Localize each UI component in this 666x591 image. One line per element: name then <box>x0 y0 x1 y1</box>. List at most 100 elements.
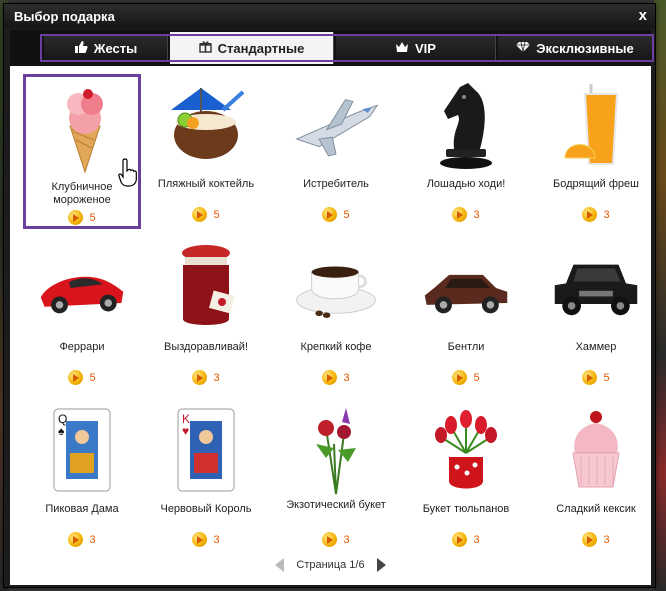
gift-price: 5 <box>23 370 141 385</box>
gift-price: 3 <box>537 207 655 222</box>
gift-name: Букет тюльпанов <box>422 503 510 515</box>
gift-name: Хаммер <box>575 341 617 353</box>
gift-icon <box>198 40 212 56</box>
gift-price: 5 <box>537 370 655 385</box>
coin-icon <box>192 207 208 222</box>
gift-item-chess-knight[interactable]: Лошадью ходи! 3 <box>407 74 525 229</box>
coin-icon <box>452 207 468 222</box>
diamond-icon <box>516 41 531 56</box>
coin-icon <box>68 370 84 385</box>
dialog-title: Выбор подарка <box>14 9 115 24</box>
gift-item-bentley[interactable]: Бентли 5 <box>407 237 525 392</box>
gift-item-strawberry-ice-cream[interactable]: Клубничное мороженое 5 <box>23 74 141 229</box>
thumbs-up-icon <box>74 40 88 57</box>
tulip-bouquet-icon <box>421 405 511 495</box>
tab-label: VIP <box>415 40 436 56</box>
next-page-button[interactable] <box>376 558 386 572</box>
gift-name: Лошадью ходи! <box>426 178 506 190</box>
gift-name: Выздоравливай! <box>163 341 248 353</box>
gift-price-value: 5 <box>213 208 220 221</box>
gift-price-value: 5 <box>343 208 350 221</box>
suv-icon <box>551 243 641 333</box>
gift-price-value: 5 <box>603 371 610 384</box>
gift-price: 3 <box>147 532 265 547</box>
gift-item-jam-jar[interactable]: Выздоравливай! 3 <box>147 237 265 392</box>
gift-price-value: 5 <box>89 371 96 384</box>
gift-price: 3 <box>407 532 525 547</box>
gift-price-value: 3 <box>89 533 96 546</box>
gift-price-value: 3 <box>213 533 220 546</box>
gift-price: 3 <box>537 532 655 547</box>
gift-item-queen-of-spades[interactable]: Q ♠ Пиковая Дама 3 <box>23 399 141 554</box>
gift-price: 5 <box>147 207 265 222</box>
coffee-cup-icon <box>291 243 381 333</box>
coconut-cocktail-icon <box>161 80 251 170</box>
tab-label: Стандартные <box>217 40 305 56</box>
prev-page-button[interactable] <box>275 558 285 572</box>
gift-price-value: 3 <box>603 533 610 546</box>
gift-price-value: 3 <box>473 533 480 546</box>
gift-price: 3 <box>23 532 141 547</box>
gift-price: 5 <box>277 207 395 222</box>
gift-price-value: 3 <box>603 208 610 221</box>
gift-price-value: 3 <box>213 371 220 384</box>
gift-name: Экзотический букет <box>286 499 386 511</box>
coin-icon <box>322 207 338 222</box>
tab-gestures[interactable]: Жесты <box>44 34 168 62</box>
orange-juice-icon <box>551 80 641 170</box>
gift-price-value: 5 <box>89 211 96 224</box>
coin-icon <box>68 210 84 225</box>
gift-price: 5 <box>26 210 138 225</box>
tab-vip[interactable]: VIP <box>336 34 496 62</box>
gift-name: Клубничное мороженое <box>51 181 113 206</box>
coin-icon <box>582 207 598 222</box>
gift-item-orange-juice[interactable]: Бодрящий фреш 3 <box>537 74 655 229</box>
close-button[interactable]: x <box>639 7 647 24</box>
gift-price: 5 <box>407 370 525 385</box>
page-indicator: Страница 1/6 <box>296 559 365 571</box>
cupcake-icon <box>551 405 641 495</box>
gift-item-exotic-bouquet[interactable]: Экзотический букет 3 <box>277 399 395 554</box>
tab-exclusive[interactable]: Эксклюзивные <box>498 34 652 62</box>
luxury-car-icon <box>421 243 511 333</box>
gift-item-coffee[interactable]: Крепкий кофе 3 <box>277 237 395 392</box>
gift-name: Бентли <box>447 341 485 353</box>
fighter-jet-icon <box>291 80 381 170</box>
coin-icon <box>322 532 338 547</box>
chess-knight-icon <box>421 80 511 170</box>
coin-icon <box>452 532 468 547</box>
tab-standard[interactable]: Стандартные <box>170 32 334 64</box>
coin-icon <box>452 370 468 385</box>
gift-name: Сладкий кексик <box>556 503 636 515</box>
king-of-hearts-card-icon: K ♥ <box>161 405 251 495</box>
gift-item-beach-cocktail[interactable]: Пляжный коктейль 5 <box>147 74 265 229</box>
gift-item-hummer[interactable]: Хаммер 5 <box>537 237 655 392</box>
crown-icon <box>395 41 409 56</box>
gift-item-ferrari[interactable]: Феррари 5 <box>23 237 141 392</box>
gift-item-tulip-bouquet[interactable]: Букет тюльпанов 3 <box>407 399 525 554</box>
svg-text:♠: ♠ <box>58 424 65 438</box>
exotic-bouquet-icon <box>291 405 381 495</box>
coin-icon <box>68 532 84 547</box>
tab-label: Жесты <box>93 40 138 56</box>
gift-item-cupcake[interactable]: Сладкий кексик 3 <box>537 399 655 554</box>
coin-icon <box>582 370 598 385</box>
tab-label: Эксклюзивные <box>536 40 634 56</box>
gift-name: Истребитель <box>303 178 369 190</box>
gift-name: Бодрящий фреш <box>553 178 639 190</box>
coin-icon <box>192 532 208 547</box>
gift-price-value: 5 <box>473 371 480 384</box>
ice-cream-icon <box>40 83 130 174</box>
gift-grid-panel: Клубничное мороженое 5 Пляжный коктейль … <box>10 66 651 585</box>
gift-price: 3 <box>147 370 265 385</box>
gift-name: Пиковая Дама <box>45 503 119 515</box>
jam-jar-icon <box>161 243 251 333</box>
gift-item-fighter-jet[interactable]: Истребитель 5 <box>277 74 395 229</box>
gift-name: Крепкий кофе <box>300 341 372 353</box>
gift-price-value: 3 <box>343 533 350 546</box>
coin-icon <box>192 370 208 385</box>
category-tabs: Жесты Стандартные VIP Эксклюзивные <box>10 30 654 66</box>
gift-dialog: Выбор подарка x Жесты Стандартные VIP Эк… <box>3 3 656 588</box>
gift-item-king-of-hearts[interactable]: K ♥ Червовый Король 3 <box>147 399 265 554</box>
title-bar: Выбор подарка x <box>4 4 655 28</box>
